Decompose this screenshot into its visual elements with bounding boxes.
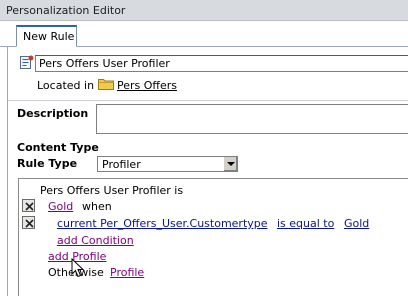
located-in-label: Located in	[37, 79, 95, 92]
description-label: Description	[17, 107, 89, 120]
condition-field-link[interactable]: current Per_Offers_User.Customertype	[57, 217, 268, 230]
tab-strip: New Rule	[0, 21, 408, 47]
rule-type-value: Profiler	[102, 158, 141, 171]
tab-new-rule-label: New Rule	[23, 30, 75, 43]
tree-header: Pers Offers User Profiler is	[40, 184, 184, 197]
panel-left-border	[7, 47, 8, 296]
otherwise-profile-link[interactable]: Profile	[110, 266, 144, 279]
description-field[interactable]	[96, 104, 408, 134]
mouse-pointer-icon	[71, 258, 85, 278]
title-bar: Personalization Editor	[0, 0, 408, 21]
rule-icon	[20, 55, 34, 69]
delete-condition-icon[interactable]	[22, 216, 35, 229]
when-label: when	[82, 200, 112, 213]
content-type-label: Content Type	[17, 141, 99, 154]
window-title: Personalization Editor	[6, 4, 126, 17]
condition-operator-link[interactable]: is equal to	[277, 217, 334, 230]
folder-icon	[98, 79, 114, 90]
condition-value-link[interactable]: Gold	[344, 217, 369, 230]
rule-tree: Pers Offers User Profiler is Gold when c…	[18, 178, 408, 296]
rule-type-select[interactable]: Profiler	[97, 156, 238, 172]
location-link[interactable]: Pers Offers	[117, 79, 177, 92]
delete-profile-icon[interactable]	[22, 199, 35, 212]
rule-type-label: Rule Type	[17, 157, 78, 170]
profile-link[interactable]: Gold	[48, 200, 73, 213]
separator	[8, 100, 408, 101]
chevron-down-icon[interactable]	[223, 157, 237, 171]
add-condition-link[interactable]: add Condition	[57, 234, 134, 247]
tab-new-rule[interactable]: New Rule	[16, 25, 77, 47]
rule-name-input[interactable]	[35, 55, 408, 72]
